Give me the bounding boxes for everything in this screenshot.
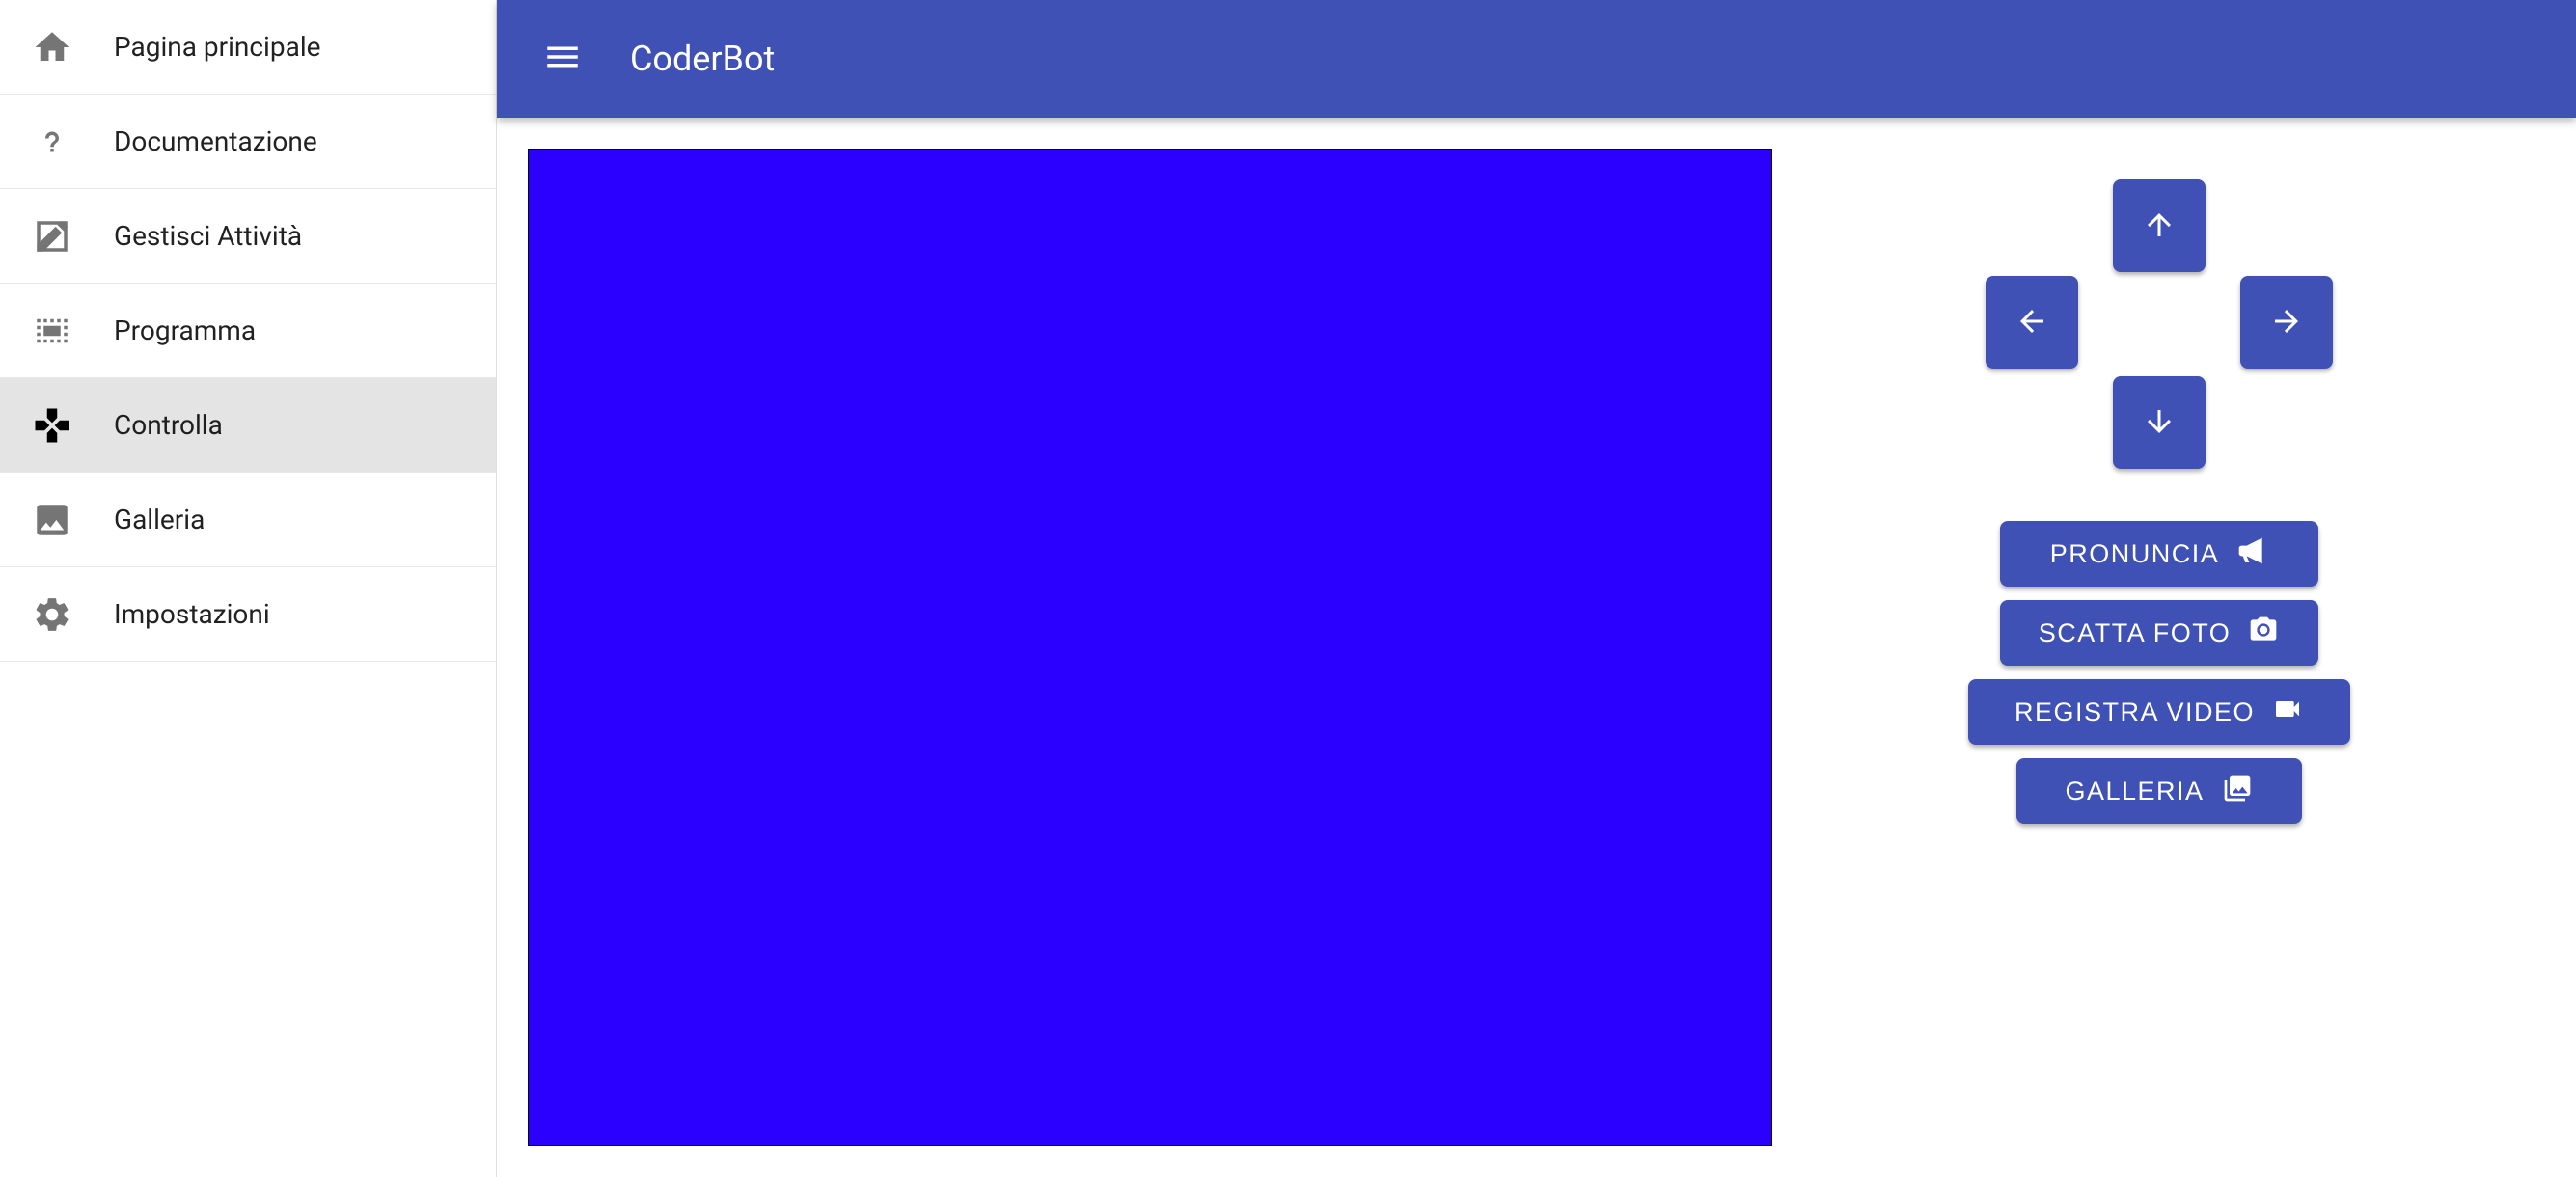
sidebar-item-manage-activities[interactable]: Gestisci Attività [0,189,496,284]
record-video-button[interactable]: REGISTRA VIDEO [1968,679,2350,745]
controls-panel: PRONUNCIA SCATTA FOTO REGISTRA VIDEO [1772,149,2545,1146]
edit-icon [29,213,75,260]
appbar: CoderBot [497,0,2576,118]
arrow-down-icon [2142,404,2177,442]
bullhorn-icon [2236,535,2267,573]
menu-icon [542,37,583,81]
sidebar-item-control[interactable]: Controlla [0,378,496,473]
dpad [1976,179,2343,469]
dpad-up-button[interactable] [2113,179,2206,272]
sidebar-item-label: Pagina principale [114,31,320,63]
pronounce-button[interactable]: PRONUNCIA [2000,521,2318,587]
sidebar-item-label: Galleria [114,504,205,535]
camera-icon [2248,615,2279,652]
main: CoderBot [497,0,2576,1177]
action-label: GALLERIA [2065,777,2204,807]
action-label: PRONUNCIA [2050,539,2220,569]
content: PRONUNCIA SCATTA FOTO REGISTRA VIDEO [497,118,2576,1177]
arrow-up-icon [2142,207,2177,245]
sidebar-item-label: Documentazione [114,125,317,157]
dpad-left-button[interactable] [1986,276,2078,369]
sidebar-item-label: Gestisci Attività [114,220,302,252]
dpad-down-button[interactable] [2113,376,2206,469]
menu-button[interactable] [539,36,586,82]
image-icon [29,497,75,543]
action-buttons: PRONUNCIA SCATTA FOTO REGISTRA VIDEO [1968,521,2350,824]
videocam-icon [2272,694,2303,731]
sidebar-item-label: Programma [114,315,256,346]
action-label: REGISTRA VIDEO [2014,698,2255,727]
arrow-right-icon [2269,304,2304,342]
collections-icon [2222,773,2253,810]
gamepad-icon [29,402,75,449]
sidebar-item-docs[interactable]: Documentazione [0,95,496,189]
sidebar-item-settings[interactable]: Impostazioni [0,567,496,662]
arrow-left-icon [2014,304,2049,342]
dpad-right-button[interactable] [2240,276,2333,369]
app-title: CoderBot [630,39,775,79]
home-icon [29,24,75,70]
sidebar-item-program[interactable]: Programma [0,284,496,378]
visualize-icon [29,308,75,354]
take-photo-button[interactable]: SCATTA FOTO [2000,600,2318,666]
sidebar-item-home[interactable]: Pagina principale [0,0,496,95]
settings-icon [29,591,75,638]
sidebar: Pagina principale Documentazione Gestisc… [0,0,497,1177]
help-icon [29,119,75,165]
sidebar-item-label: Impostazioni [114,598,270,630]
sidebar-item-gallery[interactable]: Galleria [0,473,496,567]
sidebar-item-label: Controlla [114,409,223,441]
action-label: SCATTA FOTO [2039,618,2232,648]
gallery-button[interactable]: GALLERIA [2016,758,2302,824]
video-stream [528,149,1772,1146]
